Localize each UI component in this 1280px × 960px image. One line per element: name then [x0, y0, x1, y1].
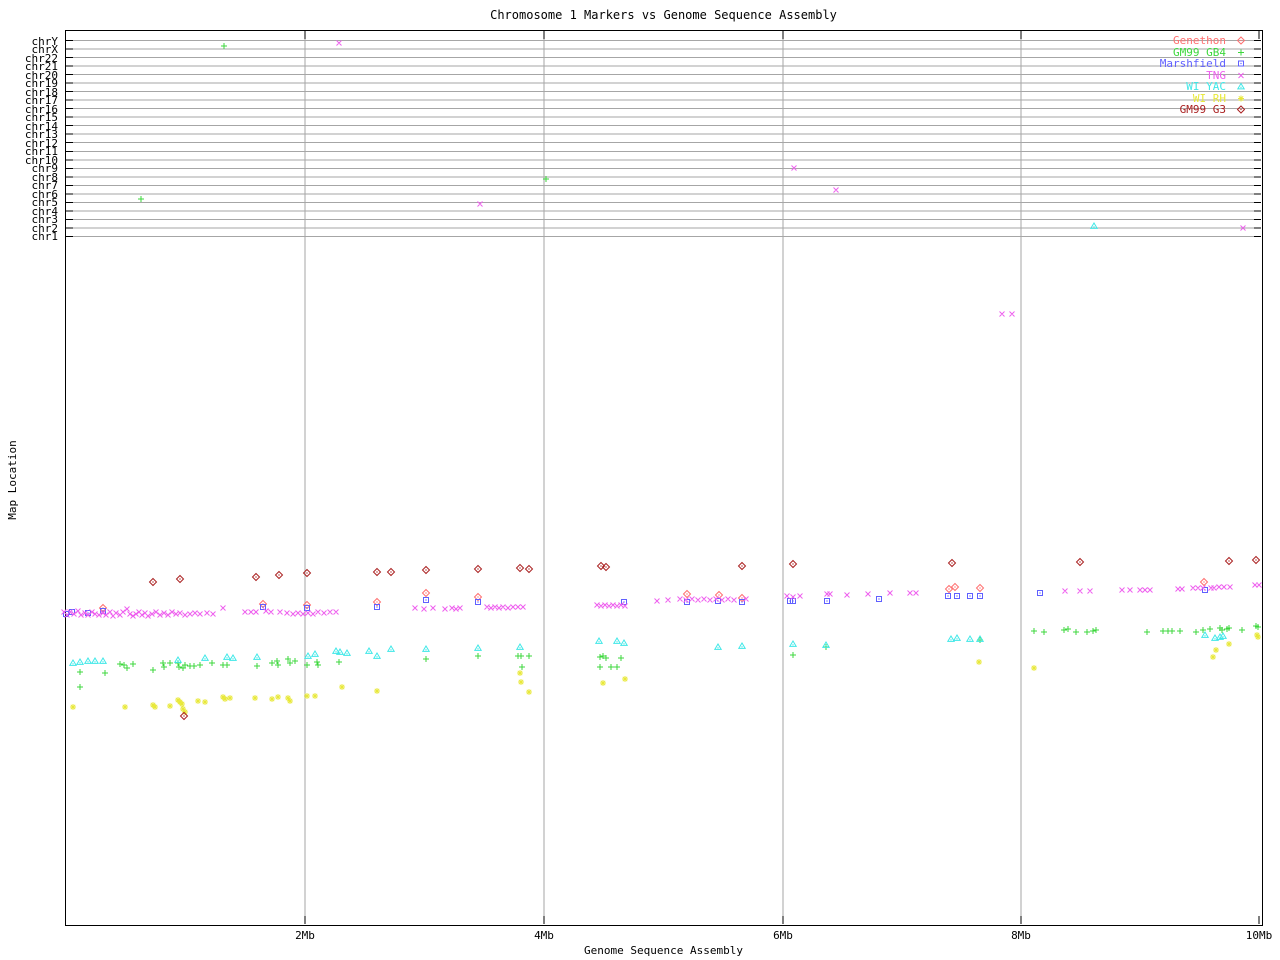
- series-points-wi-yac: [68, 222, 1228, 666]
- plus-icon: [1226, 47, 1256, 58]
- x-icon: [1226, 70, 1256, 81]
- series-point-dots-marshfield: [65, 589, 1206, 615]
- legend-row-marshfield: Marshfield: [1096, 57, 1256, 70]
- series-point-dots-gm99-g3: [152, 559, 1257, 717]
- x-tick-label-8Mb: 8Mb: [1011, 929, 1031, 942]
- legend-row-gm99-g3: GM99 G3: [1096, 103, 1256, 117]
- asterisk-icon: [1226, 93, 1256, 104]
- plot-border: [65, 30, 1263, 926]
- chart-canvas: Chromosome 1 Markers vs Genome Sequence …: [0, 0, 1280, 960]
- x-tick-label-2Mb: 2Mb: [295, 929, 315, 942]
- chrom-label-chr1: chr1: [31, 230, 59, 244]
- legend-row-tng: TNG: [1096, 69, 1256, 82]
- plot-area: [61, 30, 1263, 926]
- legend-row-wi-rh: WI RH: [1096, 92, 1256, 105]
- series-point-dots-wi-yac: [72, 226, 1224, 665]
- x-tick-label-4Mb: 4Mb: [534, 929, 554, 942]
- x-tick-label-6Mb: 6Mb: [773, 929, 793, 942]
- square-dot-icon: [1226, 58, 1256, 69]
- series-points-marshfield: [63, 587, 1208, 617]
- x-tick-label-10Mb: 10Mb: [1245, 929, 1273, 942]
- series-points-tng: [61, 40, 1262, 619]
- series-points-wi-rh: [70, 632, 1261, 715]
- triangle-icon: [1226, 81, 1256, 92]
- legend-label: GM99 G3: [1179, 103, 1226, 117]
- legend: Genethon GM99 GB4 Marshfield TNG WI YAC WI RH…: [1096, 34, 1256, 117]
- diamond-dot-icon: [1226, 35, 1256, 46]
- diamond-dot-icon: [1226, 104, 1256, 115]
- legend-row-wi-yac: WI YAC: [1096, 80, 1256, 93]
- series-points-gm99-gb4: [77, 43, 1261, 690]
